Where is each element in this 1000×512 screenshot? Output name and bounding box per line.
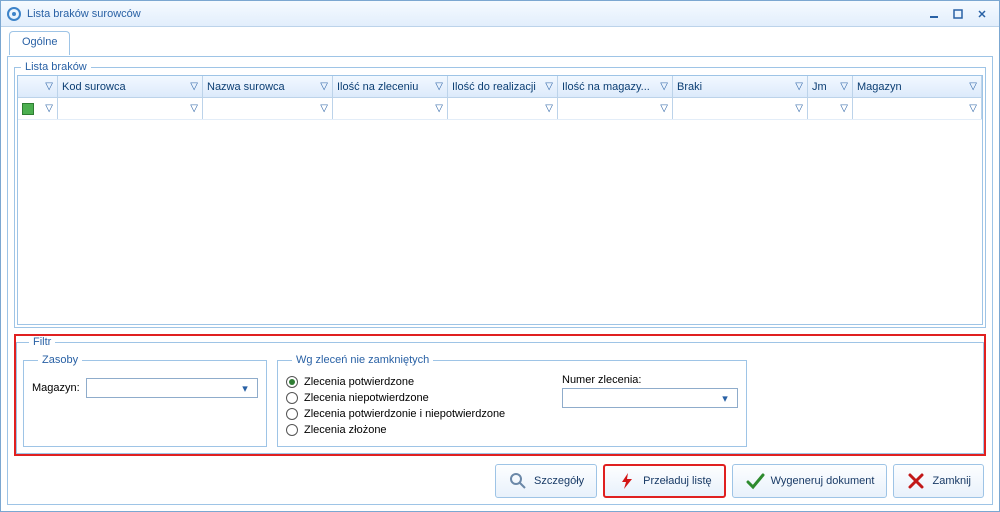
warehouse-label: Magazyn: <box>32 382 80 394</box>
window: Lista braków surowców Ogólne Lista brakó… <box>0 0 1000 512</box>
filter-icon[interactable]: ▽ <box>795 103 803 114</box>
radio-icon <box>286 376 298 388</box>
filter-icon[interactable]: ▽ <box>190 103 198 114</box>
orders-legend: Wg zleceń nie zamkniętych <box>292 354 433 366</box>
close-button[interactable]: Zamknij <box>893 464 984 498</box>
grid-filter-row: ▽ ▽ ▽ ▽ ▽ ▽ ▽ ▽ ▽ <box>18 98 982 120</box>
maximize-button[interactable] <box>947 6 969 22</box>
grid-filter-ilosc-real[interactable]: ▽ <box>448 98 558 119</box>
grid-filter-braki[interactable]: ▽ <box>673 98 808 119</box>
filter-icon[interactable]: ▽ <box>320 81 328 92</box>
grid-filter-jm[interactable]: ▽ <box>808 98 853 119</box>
client-area: Ogólne Lista braków ▽ Kod surowca▽ Nazwa… <box>1 27 999 511</box>
filter-icon[interactable]: ▽ <box>190 81 198 92</box>
radio-confirmed[interactable]: Zlecenia potwierdzone <box>286 376 546 388</box>
warehouse-combo[interactable]: ▾ <box>86 378 258 398</box>
grid-header-magazyn[interactable]: Magazyn▽ <box>853 76 982 97</box>
checkbox-icon[interactable] <box>22 103 34 115</box>
filter-icon[interactable]: ▽ <box>660 103 668 114</box>
app-icon <box>7 7 21 21</box>
filter-icon[interactable]: ▽ <box>840 103 848 114</box>
grid-body <box>18 120 982 324</box>
filter-icon[interactable]: ▽ <box>320 103 328 114</box>
close-window-button[interactable] <box>971 6 993 22</box>
filter-icon[interactable]: ▽ <box>545 103 553 114</box>
orders-group: Wg zleceń nie zamkniętych Zlecenia potwi… <box>277 354 747 447</box>
chevron-down-icon: ▾ <box>717 392 733 405</box>
filter-icon[interactable]: ▽ <box>969 81 977 92</box>
generate-button[interactable]: Wygeneruj dokument <box>732 464 888 498</box>
grid-header-row: ▽ Kod surowca▽ Nazwa surowca▽ Ilość na z… <box>18 76 982 98</box>
filter-icon[interactable]: ▽ <box>545 81 553 92</box>
radio-both[interactable]: Zlecenia potwierdzonie i niepotwierdzone <box>286 408 546 420</box>
filter-legend: Filtr <box>29 336 55 348</box>
shortage-list-group: Lista braków ▽ Kod surowca▽ Nazwa surowc… <box>14 61 986 328</box>
grid-filter-selector[interactable]: ▽ <box>18 98 58 119</box>
shortage-list-legend: Lista braków <box>21 61 91 73</box>
shortage-grid: ▽ Kod surowca▽ Nazwa surowca▽ Ilość na z… <box>17 75 983 325</box>
tab-general[interactable]: Ogólne <box>9 31 70 55</box>
radio-icon <box>286 408 298 420</box>
filter-icon[interactable]: ▽ <box>435 103 443 114</box>
resources-group: Zasoby Magazyn: ▾ <box>23 354 267 447</box>
grid-filter-ilosc-mag[interactable]: ▽ <box>558 98 673 119</box>
resources-legend: Zasoby <box>38 354 82 366</box>
grid-header-kod[interactable]: Kod surowca▽ <box>58 76 203 97</box>
lightning-icon <box>617 471 637 491</box>
grid-filter-nazwa[interactable]: ▽ <box>203 98 333 119</box>
minimize-button[interactable] <box>923 6 945 22</box>
details-button[interactable]: Szczegóły <box>495 464 597 498</box>
grid-filter-kod[interactable]: ▽ <box>58 98 203 119</box>
order-number-label: Numer zlecenia: <box>562 374 641 386</box>
radio-submitted[interactable]: Zlecenia złożone <box>286 424 546 436</box>
filter-icon[interactable]: ▽ <box>45 81 53 92</box>
magnifier-icon <box>508 471 528 491</box>
grid-header-braki[interactable]: Braki▽ <box>673 76 808 97</box>
grid-filter-magazyn[interactable]: ▽ <box>853 98 982 119</box>
radio-icon <box>286 424 298 436</box>
titlebar: Lista braków surowców <box>1 1 999 27</box>
filter-icon[interactable]: ▽ <box>840 81 848 92</box>
order-number-combo[interactable]: ▾ <box>562 388 738 408</box>
chevron-down-icon: ▾ <box>237 382 253 395</box>
radio-icon <box>286 392 298 404</box>
tab-content: Lista braków ▽ Kod surowca▽ Nazwa surowc… <box>7 56 993 505</box>
filter-group: Filtr Zasoby Magazyn: ▾ Wg zleceń nie za… <box>16 336 984 454</box>
grid-header-selector[interactable]: ▽ <box>18 76 58 97</box>
filter-highlight: Filtr Zasoby Magazyn: ▾ Wg zleceń nie za… <box>14 334 986 456</box>
grid-filter-ilosc-zlec[interactable]: ▽ <box>333 98 448 119</box>
grid-header-ilosc-zlec[interactable]: Ilość na zleceniu▽ <box>333 76 448 97</box>
radio-unconfirmed[interactable]: Zlecenia niepotwierdzone <box>286 392 546 404</box>
window-title: Lista braków surowców <box>27 8 921 20</box>
check-icon <box>745 471 765 491</box>
filter-icon[interactable]: ▽ <box>660 81 668 92</box>
tab-strip: Ogólne <box>7 31 993 55</box>
button-bar: Szczegóły Przeładuj listę Wygeneruj doku… <box>8 458 992 504</box>
filter-icon[interactable]: ▽ <box>795 81 803 92</box>
grid-header-jm[interactable]: Jm▽ <box>808 76 853 97</box>
reload-button[interactable]: Przeładuj listę <box>603 464 725 498</box>
grid-header-nazwa[interactable]: Nazwa surowca▽ <box>203 76 333 97</box>
filter-icon[interactable]: ▽ <box>969 103 977 114</box>
filter-icon[interactable]: ▽ <box>45 103 53 114</box>
grid-header-ilosc-real[interactable]: Ilość do realizacji▽ <box>448 76 558 97</box>
filter-icon[interactable]: ▽ <box>435 81 443 92</box>
close-icon <box>906 471 926 491</box>
grid-header-ilosc-mag[interactable]: Ilość na magazy...▽ <box>558 76 673 97</box>
